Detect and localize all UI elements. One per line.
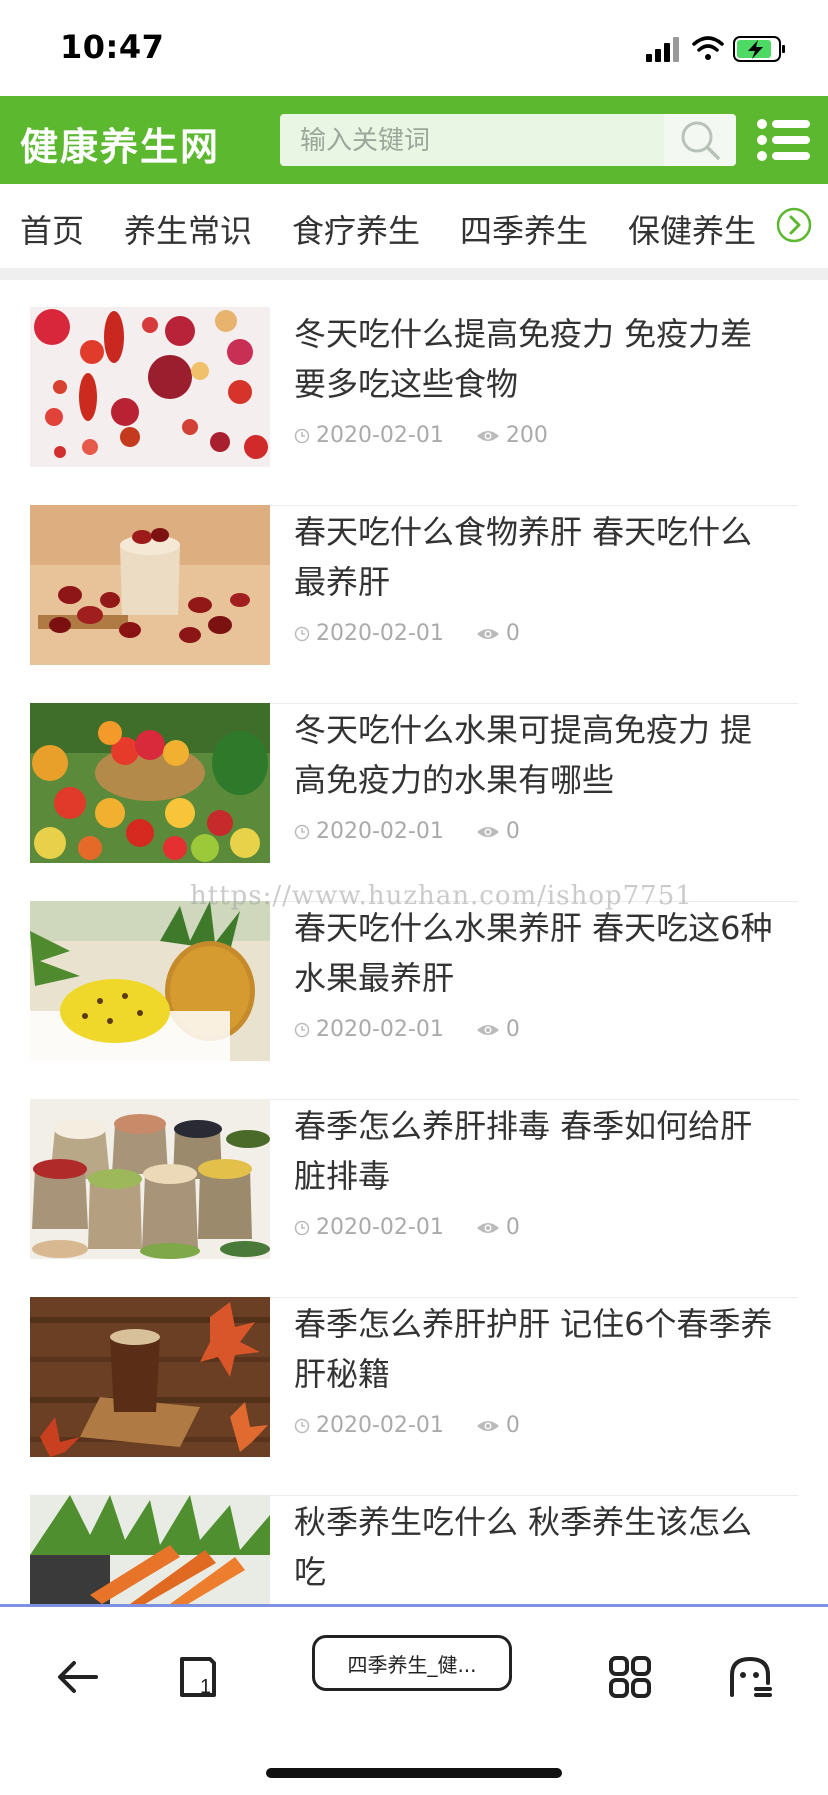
article-item[interactable]: 冬天吃什么提高免疫力 免疫力差要多吃这些食物 2020-02-01 200: [30, 307, 798, 506]
menu-button[interactable]: [754, 114, 814, 166]
search-input[interactable]: [280, 114, 682, 168]
article-meta: 2020-02-01 0: [294, 1215, 526, 1240]
article-thumbnail[interactable]: [30, 703, 270, 863]
article-thumbnail[interactable]: [30, 901, 270, 1061]
article-date: 2020-02-01: [316, 819, 444, 844]
article-meta: 2020-02-01 0: [294, 819, 526, 844]
article-thumbnail[interactable]: [30, 1297, 270, 1457]
article-views: 200: [505, 423, 548, 448]
nav-divider: [0, 268, 828, 280]
grid-button[interactable]: [600, 1647, 660, 1707]
menu-icon: [757, 119, 810, 161]
battery-icon: [733, 36, 785, 62]
article-date: 2020-02-01: [316, 1017, 444, 1042]
views-eye-icon: [476, 1024, 499, 1035]
article-date: 2020-02-01: [316, 1215, 444, 1240]
article-views: 0: [505, 1413, 520, 1438]
clock-icon: [294, 1022, 310, 1037]
tabs-button[interactable]: 1: [168, 1647, 228, 1707]
article-meta: 2020-02-01 200: [294, 423, 554, 448]
clock-icon: [294, 428, 310, 443]
article-views: 0: [505, 621, 520, 646]
views-eye-icon: [476, 1420, 499, 1431]
nav-item-diet-therapy[interactable]: 食疗养生: [292, 206, 420, 252]
article-meta: 2020-02-01 0: [294, 1017, 526, 1042]
article-item[interactable]: 春季怎么养肝排毒 春季如何给肝脏排毒 2020-02-01 0: [30, 1099, 798, 1298]
back-button[interactable]: [48, 1647, 108, 1707]
article-item[interactable]: 春天吃什么食物养肝 春天吃什么最养肝 2020-02-01 0: [30, 505, 798, 704]
back-arrow-icon: [58, 1661, 98, 1693]
article-date: 2020-02-01: [316, 621, 444, 646]
article-date: 2020-02-01: [316, 423, 444, 448]
clock-icon: [294, 1418, 310, 1433]
signal-icon: [646, 37, 679, 62]
article-views: 0: [505, 1017, 520, 1042]
article-title[interactable]: 冬天吃什么水果可提高免疫力 提高免疫力的水果有哪些: [294, 705, 774, 805]
ghost-icon: [730, 1656, 772, 1697]
article-title[interactable]: 春天吃什么水果养肝 春天吃这6种水果最养肝: [294, 903, 774, 1003]
grid-icon: [609, 1656, 651, 1698]
article-title[interactable]: 冬天吃什么提高免疫力 免疫力差要多吃这些食物: [294, 309, 774, 409]
search-icon: [681, 121, 720, 160]
article-item[interactable]: 春天吃什么水果养肝 春天吃这6种水果最养肝 2020-02-01 0: [30, 901, 798, 1100]
tabs-icon: 1: [180, 1657, 216, 1698]
status-time: 10:47: [60, 28, 165, 66]
article-date: 2020-02-01: [316, 1413, 444, 1438]
nav-item-seasonal[interactable]: 四季养生: [460, 206, 588, 252]
nav-item-health-tips[interactable]: 养生常识: [124, 206, 252, 252]
nav-item-healthcare[interactable]: 保健养生: [628, 206, 756, 252]
article-thumbnail[interactable]: [30, 1099, 270, 1259]
search-button[interactable]: [664, 114, 736, 166]
article-title[interactable]: 秋季养生吃什么 秋季养生该怎么吃: [294, 1497, 774, 1597]
article-views: 0: [505, 1215, 520, 1240]
article-thumbnail[interactable]: [30, 307, 270, 467]
article-thumbnail[interactable]: [30, 1495, 270, 1604]
browser-toolbar: 1 四季养生_健...: [0, 1604, 828, 1795]
article-views: 0: [505, 819, 520, 844]
views-eye-icon: [476, 430, 499, 441]
article-item[interactable]: 春季怎么养肝护肝 记住6个春季养肝秘籍 2020-02-01 0: [30, 1297, 798, 1496]
svg-text:1: 1: [200, 1676, 211, 1698]
category-nav: 首页 养生常识 食疗养生 四季养生 保健养生: [0, 184, 828, 268]
search-box: [280, 114, 736, 168]
article-title[interactable]: 春季怎么养肝护肝 记住6个春季养肝秘籍: [294, 1299, 774, 1399]
clock-icon: [294, 626, 310, 641]
incognito-button[interactable]: [720, 1647, 780, 1707]
home-indicator: [266, 1768, 562, 1778]
article-meta: 2020-02-01 0: [294, 1413, 526, 1438]
site-header: 健康养生网: [0, 96, 828, 184]
site-title[interactable]: 健康养生网: [20, 116, 220, 171]
status-bar: 10:47: [0, 0, 828, 96]
article-item[interactable]: 冬天吃什么水果可提高免疫力 提高免疫力的水果有哪些 2020-02-01 0: [30, 703, 798, 902]
chevron-right-icon: [776, 207, 812, 243]
wifi-icon: [692, 36, 724, 60]
views-eye-icon: [476, 628, 499, 639]
nav-item-home[interactable]: 首页: [20, 206, 84, 252]
article-thumbnail[interactable]: [30, 505, 270, 665]
status-icons: [642, 34, 792, 64]
nav-more-button[interactable]: [776, 207, 812, 243]
current-page-tab[interactable]: 四季养生_健...: [312, 1635, 512, 1691]
views-eye-icon: [476, 826, 499, 837]
clock-icon: [294, 824, 310, 839]
clock-icon: [294, 1220, 310, 1235]
article-meta: 2020-02-01 0: [294, 621, 526, 646]
article-title[interactable]: 春季怎么养肝排毒 春季如何给肝脏排毒: [294, 1101, 774, 1201]
views-eye-icon: [476, 1222, 499, 1233]
article-title[interactable]: 春天吃什么食物养肝 春天吃什么最养肝: [294, 507, 774, 607]
